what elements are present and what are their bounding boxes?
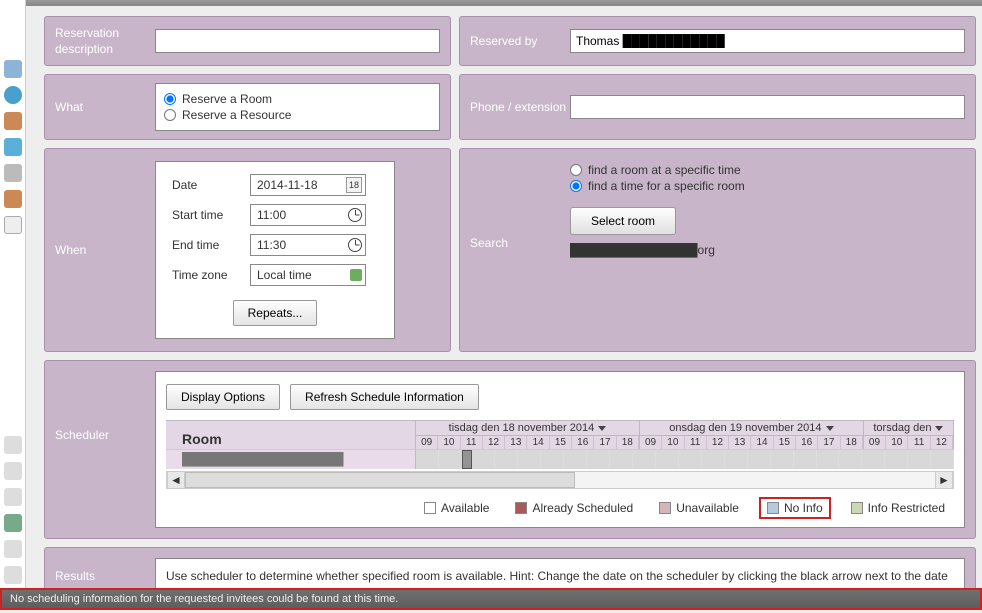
legend-already-scheduled: Already Scheduled bbox=[509, 499, 639, 517]
dock-icon[interactable] bbox=[4, 566, 22, 584]
dock-icon[interactable] bbox=[4, 540, 22, 558]
time-slot[interactable] bbox=[541, 450, 564, 469]
time-slot[interactable] bbox=[885, 450, 908, 469]
time-slot[interactable] bbox=[416, 450, 439, 469]
reservation-description-label: Reservation description bbox=[55, 25, 155, 57]
time-slot[interactable] bbox=[495, 450, 518, 469]
time-slot[interactable] bbox=[564, 450, 587, 469]
reserved-by-input[interactable] bbox=[570, 29, 965, 53]
reserve-resource-radio[interactable]: Reserve a Resource bbox=[164, 108, 431, 122]
time-slot[interactable] bbox=[518, 450, 541, 469]
day-header[interactable]: onsdag den 19 november 2014 bbox=[640, 421, 863, 436]
legend: Available Already Scheduled Unavailable … bbox=[166, 489, 954, 519]
date-label: Date bbox=[172, 178, 244, 192]
when-label: When bbox=[55, 242, 155, 258]
time-slot[interactable] bbox=[931, 450, 954, 469]
reserved-by-label: Reserved by bbox=[470, 33, 570, 49]
time-slot[interactable] bbox=[587, 450, 610, 469]
repeats-button[interactable]: Repeats... bbox=[233, 300, 318, 326]
timezone-input[interactable]: Local time bbox=[250, 264, 366, 286]
what-panel: What Reserve a Room Reserve a Resource bbox=[44, 74, 451, 140]
search-label: Search bbox=[470, 161, 570, 251]
horizontal-scrollbar[interactable]: ◄ ► bbox=[166, 471, 954, 489]
time-slot[interactable] bbox=[472, 450, 495, 469]
start-time-input[interactable]: 11:00 bbox=[250, 204, 366, 226]
dock-icon[interactable] bbox=[4, 164, 22, 182]
reservation-description-input[interactable] bbox=[155, 29, 440, 53]
dock-icon[interactable] bbox=[4, 514, 22, 532]
legend-no-info: No Info bbox=[759, 497, 831, 519]
time-slot[interactable] bbox=[679, 450, 702, 469]
dock-bar bbox=[0, 0, 26, 610]
reservation-description-panel: Reservation description bbox=[44, 16, 451, 66]
date-input[interactable]: 2014-11-1818 bbox=[250, 174, 366, 196]
display-options-button[interactable]: Display Options bbox=[166, 384, 280, 410]
time-slot[interactable] bbox=[656, 450, 679, 469]
day-header[interactable]: tisdag den 18 november 2014 bbox=[416, 421, 639, 436]
end-time-label: End time bbox=[172, 238, 244, 252]
scroll-right-icon[interactable]: ► bbox=[935, 472, 953, 488]
room-row-name: ███████████████████ bbox=[166, 450, 416, 469]
date-picker-icon[interactable]: 18 bbox=[346, 177, 362, 193]
time-slot[interactable] bbox=[908, 450, 931, 469]
refresh-schedule-button[interactable]: Refresh Schedule Information bbox=[290, 384, 479, 410]
time-slot[interactable] bbox=[439, 450, 462, 469]
time-slot[interactable] bbox=[862, 450, 885, 469]
reserve-room-radio[interactable]: Reserve a Room bbox=[164, 92, 431, 106]
when-panel: When Date 2014-11-1818 Start time 11:00 … bbox=[44, 148, 451, 352]
time-slot[interactable] bbox=[702, 450, 725, 469]
reserved-by-panel: Reserved by bbox=[459, 16, 976, 66]
time-slot[interactable] bbox=[794, 450, 817, 469]
time-slot[interactable] bbox=[462, 450, 473, 469]
scheduler-label: Scheduler bbox=[55, 371, 155, 443]
phone-input[interactable] bbox=[570, 95, 965, 119]
search-panel: Search find a room at a specific time fi… bbox=[459, 148, 976, 352]
time-slot[interactable] bbox=[817, 450, 840, 469]
dock-icon[interactable] bbox=[4, 216, 22, 234]
window-top-edge bbox=[26, 0, 982, 6]
start-time-label: Start time bbox=[172, 208, 244, 222]
dock-icon[interactable] bbox=[4, 112, 22, 130]
day-header[interactable]: torsdag den bbox=[864, 421, 953, 436]
phone-panel: Phone / extension bbox=[459, 74, 976, 140]
dock-icon[interactable] bbox=[4, 436, 22, 454]
chevron-down-icon[interactable] bbox=[598, 426, 606, 431]
selected-room-text: ███████████████org bbox=[570, 243, 965, 257]
legend-unavailable: Unavailable bbox=[653, 499, 745, 517]
clock-icon[interactable] bbox=[348, 238, 362, 252]
status-bar-text: No scheduling information for the reques… bbox=[10, 593, 398, 605]
time-slot[interactable] bbox=[839, 450, 862, 469]
dock-icon[interactable] bbox=[4, 138, 22, 156]
dock-icon[interactable] bbox=[4, 488, 22, 506]
chevron-down-icon[interactable] bbox=[935, 426, 943, 431]
dock-icon[interactable] bbox=[4, 60, 22, 78]
time-slot[interactable] bbox=[610, 450, 633, 469]
legend-info-restricted: Info Restricted bbox=[845, 499, 951, 517]
end-time-input[interactable]: 11:30 bbox=[250, 234, 366, 256]
time-slot[interactable] bbox=[633, 450, 656, 469]
time-slot[interactable] bbox=[748, 450, 771, 469]
timezone-icon[interactable] bbox=[350, 269, 362, 281]
scrollbar-thumb[interactable] bbox=[185, 472, 575, 488]
room-column-header: Room bbox=[166, 421, 416, 449]
time-slot[interactable] bbox=[771, 450, 794, 469]
scroll-left-icon[interactable]: ◄ bbox=[167, 472, 185, 488]
status-bar: No scheduling information for the reques… bbox=[0, 588, 982, 610]
results-label: Results bbox=[55, 568, 155, 584]
legend-available: Available bbox=[418, 499, 495, 517]
chevron-down-icon[interactable] bbox=[826, 426, 834, 431]
what-label: What bbox=[55, 99, 155, 115]
dock-icon[interactable] bbox=[4, 86, 22, 104]
find-room-specific-time-radio[interactable]: find a room at a specific time bbox=[570, 163, 965, 177]
dock-icon[interactable] bbox=[4, 462, 22, 480]
find-time-specific-room-radio[interactable]: find a time for a specific room bbox=[570, 179, 965, 193]
timezone-label: Time zone bbox=[172, 268, 244, 282]
time-slot[interactable] bbox=[725, 450, 748, 469]
scheduler-panel: Scheduler Display Options Refresh Schedu… bbox=[44, 360, 976, 539]
clock-icon[interactable] bbox=[348, 208, 362, 222]
dock-icon[interactable] bbox=[4, 190, 22, 208]
select-room-button[interactable]: Select room bbox=[570, 207, 676, 235]
phone-label: Phone / extension bbox=[470, 99, 570, 115]
